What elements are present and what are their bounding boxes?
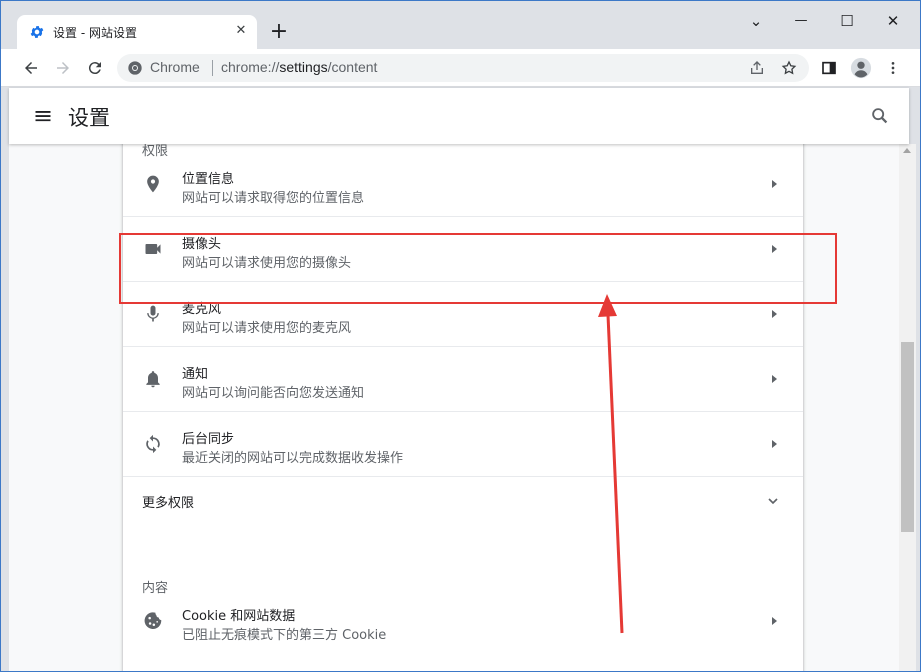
permission-row-microphone[interactable]: 麦克风 网站可以请求使用您的麦克风 [123, 282, 803, 347]
chevron-right-icon [772, 310, 777, 318]
row-subtitle: 网站可以请求使用您的麦克风 [182, 321, 352, 336]
share-icon[interactable] [749, 60, 765, 76]
side-panel-icon [822, 61, 836, 75]
row-title: 麦克风 [182, 302, 222, 317]
maximize-button[interactable]: ☐ [832, 9, 862, 33]
camera-icon [145, 244, 161, 254]
hamburger-menu-icon[interactable] [33, 106, 53, 126]
row-subtitle: 最近关闭的网站可以完成数据收发操作 [182, 451, 404, 466]
page-scrollbar[interactable] [899, 144, 916, 671]
row-title: 通知 [182, 367, 209, 382]
chevron-right-icon [772, 375, 777, 383]
bookmark-star-icon[interactable] [781, 60, 797, 76]
tab-settings[interactable]: 设置 - 网站设置 ✕ [17, 15, 257, 49]
reload-icon [88, 62, 101, 75]
back-arrow-icon [25, 62, 37, 74]
row-subtitle: 已阻止无痕模式下的第三方 Cookie [182, 628, 387, 643]
back-button[interactable] [19, 56, 43, 80]
cookie-icon [144, 612, 162, 630]
close-window-button[interactable]: ✕ [878, 9, 908, 33]
minimize-button[interactable]: — [786, 9, 816, 33]
url-text: chrome://settings/content [221, 59, 377, 75]
chrome-chip-label: Chrome [150, 59, 200, 75]
more-permissions-expander[interactable]: 更多权限 [123, 477, 803, 525]
settings-page: 权限 位置信息 网站可以请求取得您的位置信息 摄像头 网站可以请求使用您的摄像头… [9, 144, 899, 671]
bell-icon [146, 371, 160, 388]
gear-icon [30, 26, 44, 38]
chrome-icon [128, 61, 142, 75]
scroll-up-arrow-icon[interactable] [903, 148, 911, 153]
tab-search-chevron-icon[interactable]: ⌄ [741, 9, 771, 33]
row-subtitle: 网站可以请求取得您的位置信息 [182, 191, 365, 206]
sync-icon [146, 434, 160, 454]
tab-close-icon[interactable]: ✕ [233, 23, 249, 39]
page-title: 设置 [68, 106, 110, 130]
menu-button[interactable] [881, 56, 905, 80]
chevron-right-icon [772, 617, 777, 625]
location-pin-icon [147, 175, 159, 193]
avatar-icon [850, 57, 872, 79]
chevron-down-icon [768, 498, 778, 505]
chevron-right-icon [772, 180, 777, 188]
side-panel-button[interactable] [817, 56, 841, 80]
content-row-cookies[interactable]: Cookie 和网站数据 已阻止无痕模式下的第三方 Cookie [123, 589, 803, 654]
permission-row-camera[interactable]: 摄像头 网站可以请求使用您的摄像头 [123, 217, 803, 282]
permission-row-location[interactable]: 位置信息 网站可以请求取得您的位置信息 [123, 152, 803, 217]
kebab-menu-icon [891, 62, 895, 74]
tab-strip: 设置 - 网站设置 ✕ + ⌄ — ☐ ✕ [1, 1, 920, 49]
address-bar[interactable]: Chrome chrome://settings/content [117, 54, 809, 82]
row-title: Cookie 和网站数据 [182, 609, 296, 624]
site-settings-card: 权限 位置信息 网站可以请求取得您的位置信息 摄像头 网站可以请求使用您的摄像头… [123, 144, 803, 671]
more-permissions-label: 更多权限 [142, 496, 195, 511]
row-title: 位置信息 [182, 172, 235, 187]
browser-window: 设置 - 网站设置 ✕ + ⌄ — ☐ ✕ Chrome chrome://se… [0, 0, 921, 672]
microphone-icon [147, 305, 159, 322]
url-path: /content [327, 59, 378, 75]
chevron-right-icon [772, 440, 777, 448]
browser-toolbar: Chrome chrome://settings/content [1, 49, 920, 87]
forward-arrow-icon [57, 62, 69, 74]
new-tab-button[interactable]: + [267, 21, 291, 45]
scroll-thumb[interactable] [901, 342, 914, 532]
reload-button[interactable] [83, 56, 107, 80]
row-title: 摄像头 [182, 237, 222, 252]
permission-row-background-sync[interactable]: 后台同步 最近关闭的网站可以完成数据收发操作 [123, 412, 803, 477]
permission-row-notifications[interactable]: 通知 网站可以询问能否向您发送通知 [123, 347, 803, 412]
omnibox-separator [212, 60, 213, 76]
profile-button[interactable] [849, 56, 873, 80]
forward-button[interactable] [51, 56, 75, 80]
url-scheme: chrome:// [221, 59, 280, 75]
tab-title: 设置 - 网站设置 [53, 26, 137, 40]
settings-header: 设置 [9, 88, 909, 144]
row-title: 后台同步 [182, 432, 235, 447]
chevron-right-icon [772, 245, 777, 253]
row-subtitle: 网站可以请求使用您的摄像头 [182, 256, 352, 271]
url-host: settings [279, 59, 328, 75]
row-subtitle: 网站可以询问能否向您发送通知 [182, 386, 365, 401]
search-icon[interactable] [869, 105, 891, 127]
